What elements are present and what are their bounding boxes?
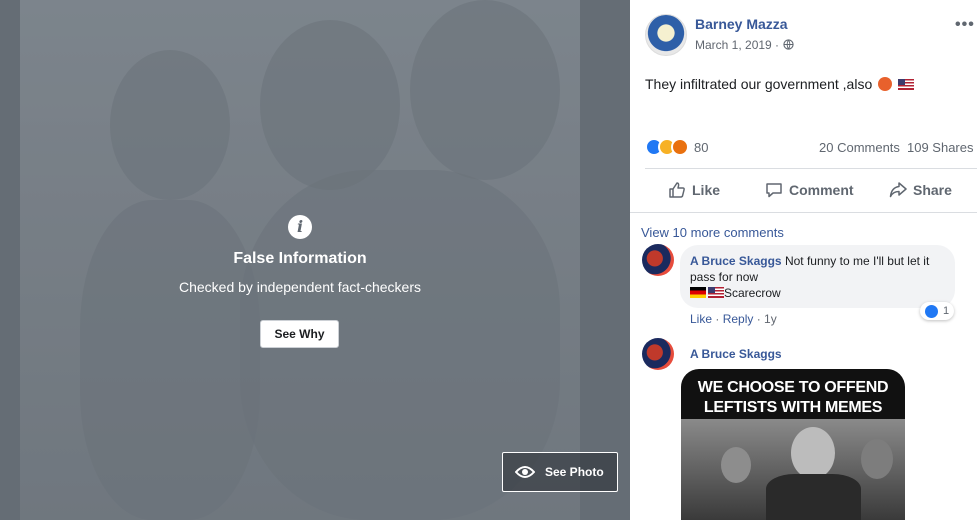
comment-bubble: A Bruce Skaggs Not funny to me I'll but … — [680, 245, 955, 308]
info-icon: i — [288, 215, 312, 239]
comment-author[interactable]: A Bruce Skaggs — [690, 254, 782, 268]
post-date[interactable]: March 1, 2019 · — [695, 38, 779, 52]
post-body: They infiltrated our government ,also — [645, 76, 873, 92]
germany-flag-icon — [690, 287, 706, 298]
see-photo-label: See Photo — [545, 465, 604, 479]
share-button[interactable]: Share — [889, 181, 952, 199]
view-more-comments-link[interactable]: View 10 more comments — [641, 225, 784, 240]
post-text: They infiltrated our government ,also — [645, 76, 915, 92]
angry-emoji-icon — [878, 77, 893, 91]
like-button[interactable]: Like — [668, 181, 720, 199]
false-info-subtitle: Checked by independent fact-checkers — [178, 279, 422, 295]
comment-reaction-count: 1 — [943, 305, 950, 317]
photo-viewer: i False Information Checked by independe… — [0, 0, 630, 520]
globe-icon — [783, 39, 794, 50]
author-avatar[interactable] — [645, 14, 687, 56]
comments-count[interactable]: 20 Comments — [819, 140, 900, 155]
share-icon — [889, 182, 907, 198]
divider — [645, 168, 977, 169]
comment-icon — [766, 183, 782, 198]
angry-reaction-icon — [671, 138, 689, 156]
comment-meme-image[interactable]: WE CHOOSE TO OFFEND LEFTISTS WITH MEMES — [681, 369, 905, 520]
comment-reply-link[interactable]: Reply — [723, 312, 754, 326]
reaction-count: 80 — [694, 139, 709, 155]
meme-caption: WE CHOOSE TO OFFEND LEFTISTS WITH MEMES — [697, 379, 889, 416]
false-info-title: False Information — [233, 250, 367, 267]
comment-button[interactable]: Comment — [765, 181, 854, 199]
comment-actions: Like · Reply · 1y — [690, 312, 777, 326]
thumbs-up-icon — [669, 182, 685, 198]
see-why-button[interactable]: See Why — [260, 320, 339, 348]
comment-like-link[interactable]: Like — [690, 312, 712, 326]
post-author[interactable]: Barney Mazza — [695, 16, 788, 32]
more-options-icon[interactable]: ••• — [955, 16, 975, 34]
like-reaction-icon — [925, 304, 938, 318]
comment-label: Comment — [789, 182, 854, 198]
like-label: Like — [692, 182, 721, 198]
share-label: Share — [913, 182, 952, 198]
divider — [630, 212, 977, 213]
commenter-avatar[interactable] — [642, 338, 674, 370]
reaction-summary[interactable]: 80 — [645, 138, 708, 156]
us-flag-icon — [898, 79, 915, 90]
us-flag-icon — [708, 287, 724, 298]
eye-icon — [515, 466, 535, 478]
comment-age[interactable]: 1y — [764, 312, 777, 326]
shares-count[interactable]: 109 Shares — [907, 140, 974, 155]
comment-reaction-badge[interactable]: 1 — [920, 302, 955, 320]
meme-photo — [681, 419, 905, 520]
comment-signature: Scarecrow — [724, 286, 781, 300]
comment-author[interactable]: A Bruce Skaggs — [690, 347, 782, 361]
see-photo-button[interactable]: See Photo — [502, 452, 618, 492]
commenter-avatar[interactable] — [642, 244, 674, 276]
